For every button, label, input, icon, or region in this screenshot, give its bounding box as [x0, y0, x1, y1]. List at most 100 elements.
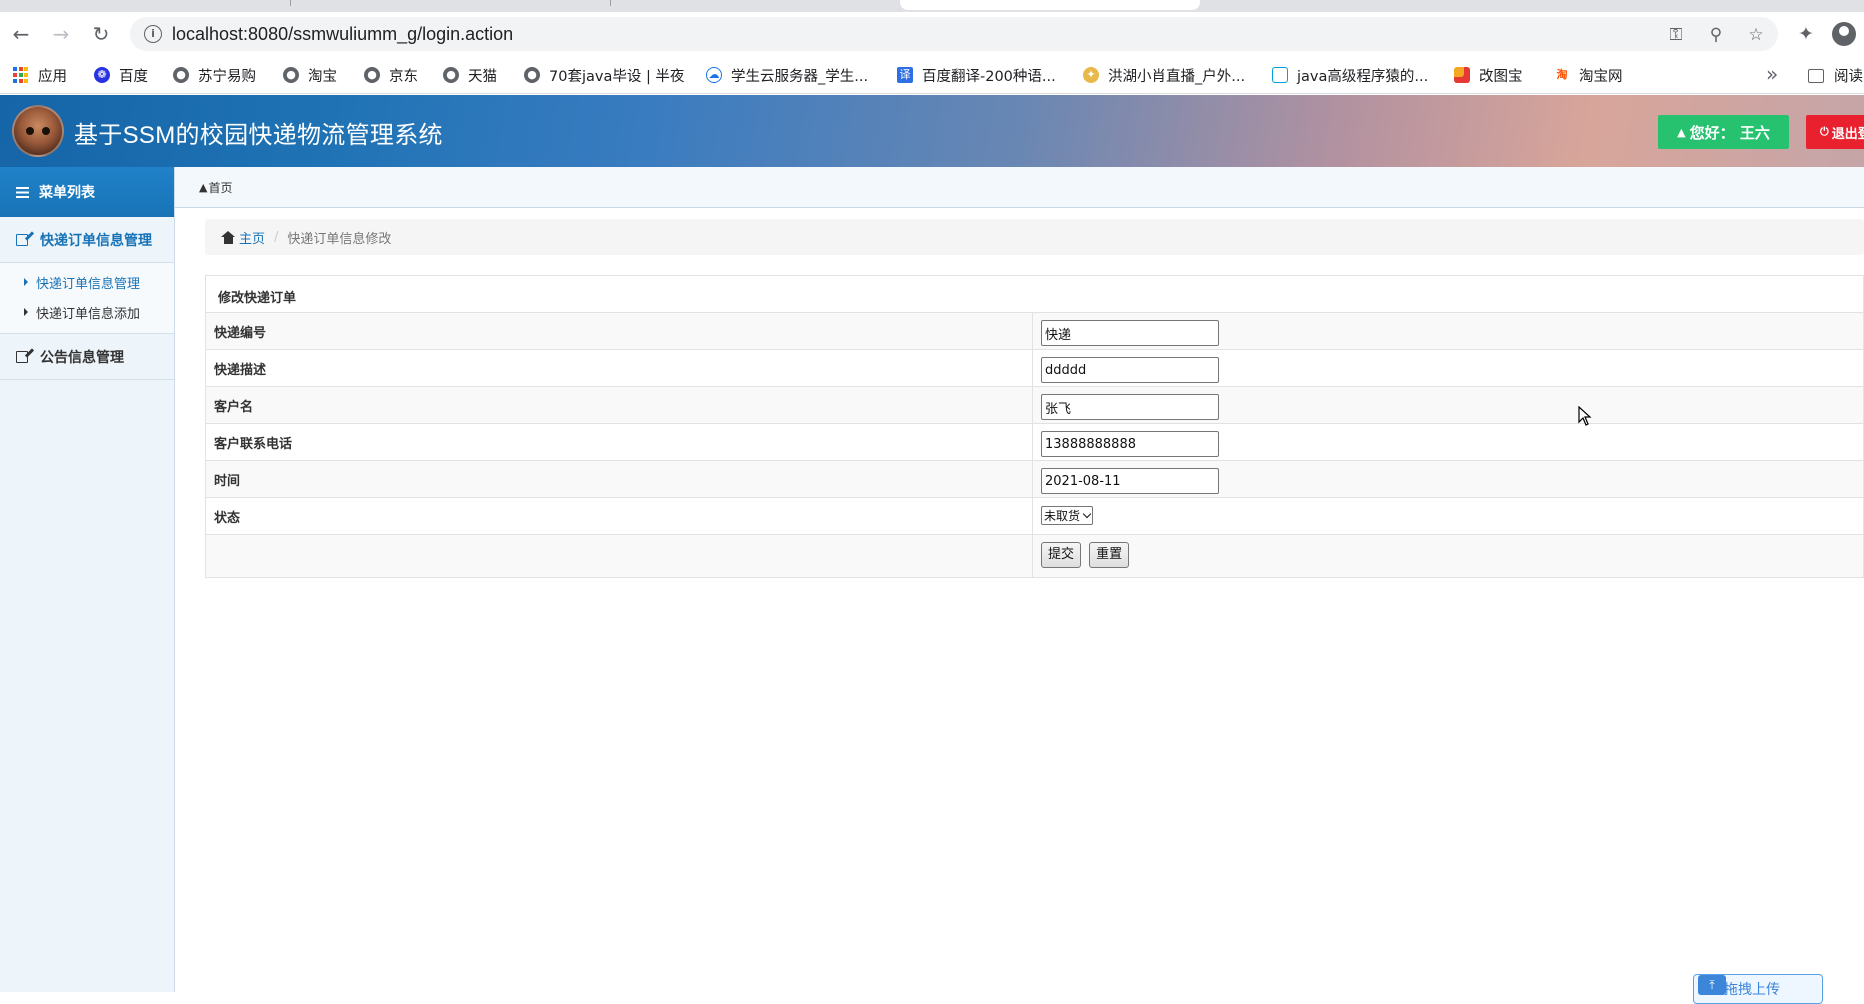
- site-info-icon[interactable]: i: [144, 25, 162, 43]
- status-select[interactable]: 未取货: [1041, 506, 1094, 525]
- bookmark-label: 京东: [389, 68, 418, 85]
- field-label: 客户名: [205, 386, 1033, 424]
- breadcrumb-home-link[interactable]: 主页: [239, 228, 265, 247]
- sidebar-group-express-orders[interactable]: 快递订单信息管理: [0, 217, 174, 263]
- customer-name-input[interactable]: [1041, 394, 1219, 420]
- breadcrumb-current: 快递订单信息修改: [287, 231, 392, 247]
- browser-tab-active[interactable]: [900, 0, 1200, 10]
- browser-tab[interactable]: [1200, 0, 1864, 10]
- sidebar-item-label: 快递订单信息管理: [36, 276, 141, 292]
- field-label: 时间: [205, 460, 1033, 498]
- top-crumb: ▲ 首页: [175, 167, 1864, 208]
- app-logo: [12, 105, 64, 157]
- globe-icon: ●: [443, 67, 459, 83]
- sidebar-item-order-management[interactable]: 快递订单信息管理: [0, 267, 174, 297]
- breadcrumb-separator: /: [274, 229, 279, 245]
- sidebar-group-label: 快递订单信息管理: [40, 232, 152, 249]
- bookmark-student-cloud[interactable]: ☁ 学生云服务器_学生...: [706, 65, 868, 85]
- bookmark-label: java高级程序猿的...: [1297, 68, 1429, 85]
- bookmark-taobao-net[interactable]: 淘 淘宝网: [1554, 65, 1623, 85]
- main-content: ▲ 首页 主页 / 快递订单信息修改 修改快递订单 快递编号 快递描述 客户名 …: [175, 167, 1864, 992]
- upload-icon: ⤒: [1698, 975, 1726, 995]
- bookmark-apps[interactable]: 应用: [13, 65, 67, 85]
- caret-right-icon: [24, 308, 28, 316]
- sidebar-group-label: 公告信息管理: [40, 349, 124, 366]
- bookmark-bilibili[interactable]: java高级程序猿的...: [1272, 65, 1428, 85]
- image-tool-icon: [1454, 67, 1470, 83]
- home-icon: [221, 230, 235, 244]
- date-input[interactable]: [1041, 468, 1219, 494]
- app-header: 基于SSM的校园快递物流管理系统 ▲ 您好： 王六 ⏻ 退出登: [0, 95, 1864, 167]
- bookmark-taobao[interactable]: ● 淘宝: [283, 65, 337, 85]
- bookmark-suning[interactable]: ● 苏宁易购: [173, 65, 256, 85]
- forward-arrow-icon[interactable]: →: [47, 20, 75, 48]
- field-label: 快递描述: [205, 349, 1033, 387]
- submit-button[interactable]: 提交: [1041, 542, 1082, 568]
- more-bookmarks-chevron-icon[interactable]: »: [1766, 62, 1778, 86]
- back-arrow-icon[interactable]: ←: [7, 20, 35, 48]
- extensions-puzzle-icon[interactable]: ✦: [1792, 20, 1820, 48]
- user-greeting-button[interactable]: ▲ 您好： 王六: [1658, 115, 1789, 149]
- breadcrumb: 主页 / 快递订单信息修改: [205, 219, 1864, 255]
- bookmark-baidu[interactable]: ❁ 百度: [94, 65, 148, 85]
- reading-list-button[interactable]: 阅读: [1808, 65, 1863, 86]
- form-row: 时间: [205, 460, 1864, 498]
- bookmark-label: 应用: [38, 68, 67, 85]
- url-text[interactable]: localhost:8080/ssmwuliumm_g/login.action: [172, 24, 513, 45]
- bookmark-honghu-live[interactable]: ✦ 洪湖小肖直播_户外...: [1083, 65, 1245, 85]
- bookmark-baidu-translate[interactable]: 译 百度翻译-200种语...: [897, 65, 1056, 85]
- browser-toolbar: ← → ↻ i localhost:8080/ssmwuliumm_g/logi…: [0, 12, 1864, 56]
- bookmark-label: 学生云服务器_学生...: [731, 68, 869, 85]
- key-icon[interactable]: ⚿: [1664, 23, 1688, 47]
- globe-icon: ●: [524, 67, 540, 83]
- sidebar-item-order-add[interactable]: 快递订单信息添加: [0, 297, 174, 327]
- tab-separator: [290, 0, 291, 6]
- bookmark-tmall[interactable]: ● 天猫: [443, 65, 497, 85]
- express-number-input[interactable]: [1041, 320, 1219, 346]
- home-icon: ▲: [1677, 125, 1686, 139]
- bookmark-label: 淘宝: [308, 68, 337, 85]
- edit-icon: [16, 233, 28, 246]
- logout-button[interactable]: ⏻ 退出登: [1806, 115, 1864, 149]
- bookmark-gaitubao[interactable]: 改图宝: [1454, 65, 1523, 85]
- mouse-cursor-icon: [1578, 406, 1592, 426]
- bird-icon: ✦: [1083, 67, 1099, 83]
- list-icon: [16, 186, 29, 198]
- globe-icon: ●: [364, 67, 380, 83]
- sidebar: 菜单列表 快递订单信息管理 快递订单信息管理 快递订单信息添加 公告信息管理: [0, 167, 175, 992]
- bookmark-jd[interactable]: ● 京东: [364, 65, 418, 85]
- address-bar[interactable]: i localhost:8080/ssmwuliumm_g/login.acti…: [130, 17, 1778, 51]
- cloud-icon: ☁: [706, 67, 722, 83]
- baidu-paw-icon: ❁: [94, 67, 110, 83]
- form-actions-row: 提交 重置: [205, 534, 1864, 578]
- bookmark-java-projects[interactable]: ● 70套java毕设 | 半夜: [524, 65, 684, 85]
- reset-button[interactable]: 重置: [1089, 542, 1130, 568]
- express-description-input[interactable]: [1041, 357, 1219, 383]
- globe-icon: ●: [283, 67, 299, 83]
- browser-tab-strip: [0, 0, 1864, 12]
- form-row: 状态 未取货: [205, 497, 1864, 535]
- status-select-value: 未取货: [1044, 509, 1081, 523]
- top-crumb-home-link[interactable]: 首页: [208, 179, 232, 196]
- greeting-text: 您好： 王六: [1689, 123, 1770, 142]
- field-label: 客户联系电话: [205, 423, 1033, 461]
- profile-avatar-icon[interactable]: [1832, 22, 1856, 46]
- apps-grid-icon: [13, 67, 29, 83]
- bookmark-label: 苏宁易购: [198, 68, 256, 85]
- field-label: 快递编号: [205, 312, 1033, 350]
- browser-tab[interactable]: [0, 0, 900, 10]
- edit-icon: [16, 350, 28, 363]
- bookmark-label: 改图宝: [1479, 68, 1523, 85]
- sidebar-item-label: 快递订单信息添加: [36, 306, 141, 322]
- reload-icon[interactable]: ↻: [87, 20, 115, 48]
- bookmark-star-icon[interactable]: ☆: [1744, 23, 1768, 47]
- sidebar-group-announcements[interactable]: 公告信息管理: [0, 334, 174, 380]
- zoom-icon[interactable]: ⚲: [1704, 23, 1728, 47]
- sidebar-submenu: 快递订单信息管理 快递订单信息添加: [0, 263, 174, 334]
- bilibili-icon: [1272, 67, 1288, 83]
- upload-widget[interactable]: ⤒ 拖拽上传: [1693, 974, 1823, 1004]
- customer-phone-input[interactable]: [1041, 431, 1219, 457]
- empty-cell: [205, 534, 1033, 578]
- form-row: 客户联系电话: [205, 423, 1864, 461]
- tab-separator: [610, 0, 611, 6]
